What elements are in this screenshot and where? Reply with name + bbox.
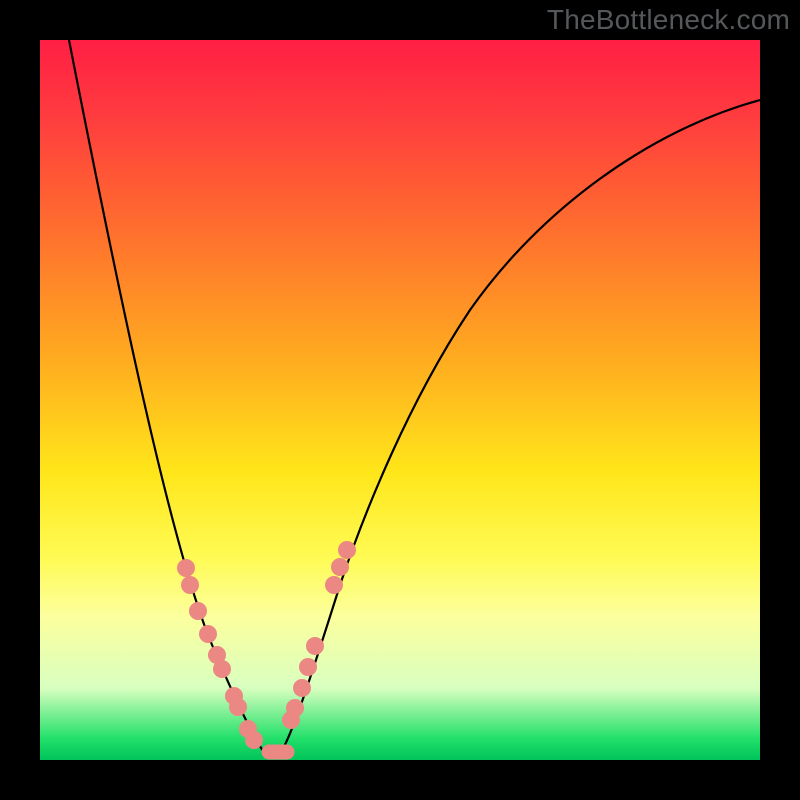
right-dot-2 xyxy=(294,680,311,697)
chart-frame: TheBottleneck.com xyxy=(0,0,800,800)
left-curve xyxy=(69,40,265,754)
right-dot-3 xyxy=(300,659,317,676)
bottom-link-marker xyxy=(262,745,294,759)
right-dot-1 xyxy=(287,700,304,717)
right-dots-group xyxy=(283,542,356,729)
watermark-text: TheBottleneck.com xyxy=(547,4,790,36)
left-dot-1 xyxy=(182,577,199,594)
left-dot-3 xyxy=(200,626,217,643)
left-dot-5 xyxy=(214,661,231,678)
right-dot-4 xyxy=(307,638,324,655)
left-dot-9 xyxy=(246,732,263,749)
right-curve xyxy=(280,100,760,754)
plot-area xyxy=(40,40,760,760)
left-dots-group xyxy=(178,560,263,749)
left-dot-7 xyxy=(230,699,247,716)
right-dot-7 xyxy=(339,542,356,559)
left-dot-0 xyxy=(178,560,195,577)
left-dot-2 xyxy=(190,603,207,620)
curves-svg xyxy=(40,40,760,760)
right-dot-5 xyxy=(326,577,343,594)
right-dot-6 xyxy=(332,559,349,576)
